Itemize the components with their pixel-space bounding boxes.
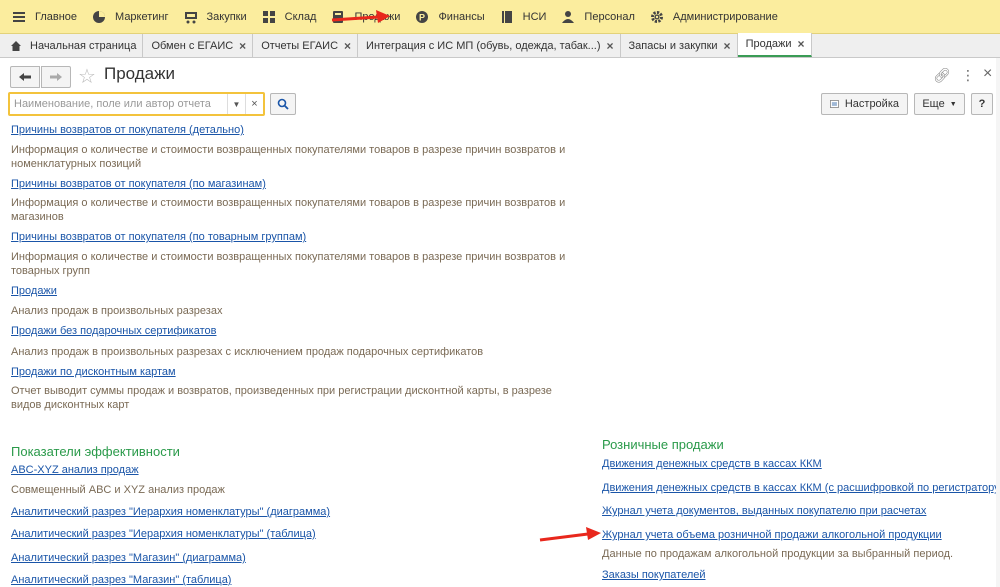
- report-link[interactable]: Журнал учета объема розничной продажи ал…: [602, 529, 942, 541]
- page-title: Продажи: [104, 64, 175, 83]
- section-warehouse[interactable]: Склад: [258, 0, 328, 34]
- report-description: Информация о количестве и стоимости возв…: [11, 197, 566, 223]
- report-link[interactable]: Причины возвратов от покупателя (по това…: [11, 231, 306, 243]
- annotation-arrow: [539, 527, 601, 542]
- section-purchases[interactable]: Закупки: [180, 0, 258, 34]
- tab-label: Отчеты ЕГАИС: [261, 39, 339, 52]
- report-description: Информация о количестве и стоимости возв…: [11, 144, 566, 170]
- tab-label: Запасы и закупки: [628, 39, 718, 52]
- section-marketing[interactable]: Маркетинг: [88, 0, 179, 34]
- report-link[interactable]: Аналитический разрез "Магазин" (таблица): [11, 574, 231, 586]
- report-description: Анализ продаж в произвольных разрезах: [11, 305, 223, 317]
- close-icon[interactable]: ×: [724, 39, 731, 53]
- section-label: Персонал: [584, 10, 635, 23]
- menu-icon: [12, 10, 26, 24]
- scrollbar[interactable]: [996, 58, 1000, 587]
- section-finance[interactable]: P Финансы: [411, 0, 495, 34]
- open-windows-tabbar: Начальная страница Обмен с ЕГАИС × Отчет…: [0, 33, 1000, 58]
- person-icon: [561, 10, 575, 24]
- report-link[interactable]: Причины возвратов от покупателя (по мага…: [11, 178, 266, 190]
- tab-egais-exchange[interactable]: Обмен с ЕГАИС ×: [143, 34, 254, 57]
- settings-label: Настройка: [844, 98, 899, 110]
- tab-label: Начальная страница: [30, 39, 137, 52]
- report-link[interactable]: Продажи без подарочных сертификатов: [11, 325, 216, 337]
- arrow-right-icon: [50, 73, 62, 81]
- settings-button[interactable]: Настройка: [821, 93, 908, 115]
- sections-panel: Главное Маркетинг Закупки Склад Продажи …: [0, 0, 1000, 34]
- section-administration[interactable]: Администрирование: [646, 0, 789, 34]
- section-label: Маркетинг: [115, 10, 169, 23]
- tab-label: Интеграция с ИС МП (обувь, одежда, табак…: [366, 39, 601, 52]
- close-icon[interactable]: ×: [344, 39, 351, 53]
- tab-stock-purchases[interactable]: Запасы и закупки ×: [620, 34, 738, 57]
- section-label: Закупки: [206, 10, 247, 23]
- group-title-efficiency: Показатели эффективности: [11, 444, 180, 459]
- report-link[interactable]: Продажи: [11, 285, 57, 297]
- tab-egais-reports[interactable]: Отчеты ЕГАИС ×: [253, 34, 359, 57]
- cart-icon: [184, 10, 198, 24]
- close-icon[interactable]: ×: [798, 37, 805, 51]
- favorite-star-icon[interactable]: ☆: [78, 64, 96, 89]
- report-description: Анализ продаж в произвольных разрезах с …: [11, 346, 484, 358]
- report-link[interactable]: Аналитический разрез "Иерархия номенклат…: [11, 528, 316, 540]
- book-icon: [500, 10, 514, 24]
- section-personnel[interactable]: Персонал: [557, 0, 646, 34]
- report-description: Совмещенный ABC и XYZ анализ продаж: [11, 484, 225, 496]
- search-button[interactable]: [270, 93, 296, 115]
- report-description: Отчет выводит суммы продаж и возвратов, …: [11, 385, 552, 411]
- section-sales[interactable]: Продажи: [327, 0, 411, 34]
- tab-ismp-integration[interactable]: Интеграция с ИС МП (обувь, одежда, табак…: [358, 34, 621, 57]
- report-link[interactable]: Причины возвратов от покупателя (детальн…: [11, 124, 244, 136]
- tab-label: Обмен с ЕГАИС: [151, 39, 234, 52]
- section-label: Продажи: [354, 10, 401, 23]
- tab-sales[interactable]: Продажи ×: [737, 33, 812, 57]
- close-form-icon[interactable]: ×: [983, 65, 992, 83]
- report-description: Информация о количестве и стоимости возв…: [11, 251, 566, 277]
- close-icon[interactable]: ×: [239, 39, 246, 53]
- arrow-left-icon: [19, 73, 31, 81]
- search-icon: [277, 98, 289, 110]
- report-link[interactable]: Продажи по дисконтным картам: [11, 366, 176, 378]
- tab-home[interactable]: Начальная страница: [4, 34, 144, 57]
- settings-icon: [830, 100, 839, 108]
- link-icon[interactable]: 🔗︎: [933, 67, 951, 84]
- help-button[interactable]: ?: [971, 93, 993, 115]
- section-nsi[interactable]: НСИ: [496, 0, 558, 34]
- more-label: Еще: [922, 98, 945, 110]
- more-button[interactable]: Еще ▼: [914, 93, 965, 115]
- section-label: НСИ: [522, 10, 547, 23]
- report-link[interactable]: Движения денежных средств в кассах ККМ (…: [602, 482, 1000, 494]
- warehouse-icon: [262, 10, 276, 24]
- report-link[interactable]: Аналитический разрез "Магазин" (диаграмм…: [11, 552, 246, 564]
- back-button[interactable]: [10, 66, 40, 88]
- dropdown-icon[interactable]: ▼: [227, 94, 245, 114]
- section-label: Администрирование: [672, 10, 778, 23]
- ruble-icon: P: [415, 10, 429, 24]
- section-main[interactable]: Главное: [8, 0, 88, 34]
- forward-button[interactable]: [41, 66, 71, 88]
- section-label: Финансы: [438, 10, 485, 23]
- svg-text:P: P: [419, 12, 425, 22]
- report-link[interactable]: Аналитический разрез "Иерархия номенклат…: [11, 506, 330, 518]
- section-label: Главное: [35, 10, 78, 23]
- gear-icon: [650, 10, 664, 24]
- close-icon[interactable]: ×: [607, 39, 614, 53]
- group-title-retail: Розничные продажи: [602, 437, 724, 452]
- home-icon: [11, 40, 21, 51]
- report-link[interactable]: Движения денежных средств в кассах ККМ: [602, 458, 822, 470]
- report-search-field: ▼ ×: [8, 92, 265, 116]
- report-link[interactable]: ABC-XYZ анализ продаж: [11, 464, 139, 476]
- pie-chart-icon: [92, 10, 106, 24]
- sales-icon: [331, 10, 345, 24]
- report-link[interactable]: Журнал учета документов, выданных покупа…: [602, 505, 926, 517]
- chevron-down-icon: ▼: [949, 100, 957, 108]
- section-label: Склад: [284, 10, 317, 23]
- clear-icon[interactable]: ×: [245, 94, 263, 114]
- search-input[interactable]: [10, 95, 227, 113]
- report-description: Данные по продажам алкогольной продукции…: [602, 548, 954, 560]
- tab-label: Продажи: [745, 38, 792, 50]
- more-vertical-icon[interactable]: ⋮: [961, 67, 975, 84]
- report-link[interactable]: Заказы покупателей: [602, 569, 706, 581]
